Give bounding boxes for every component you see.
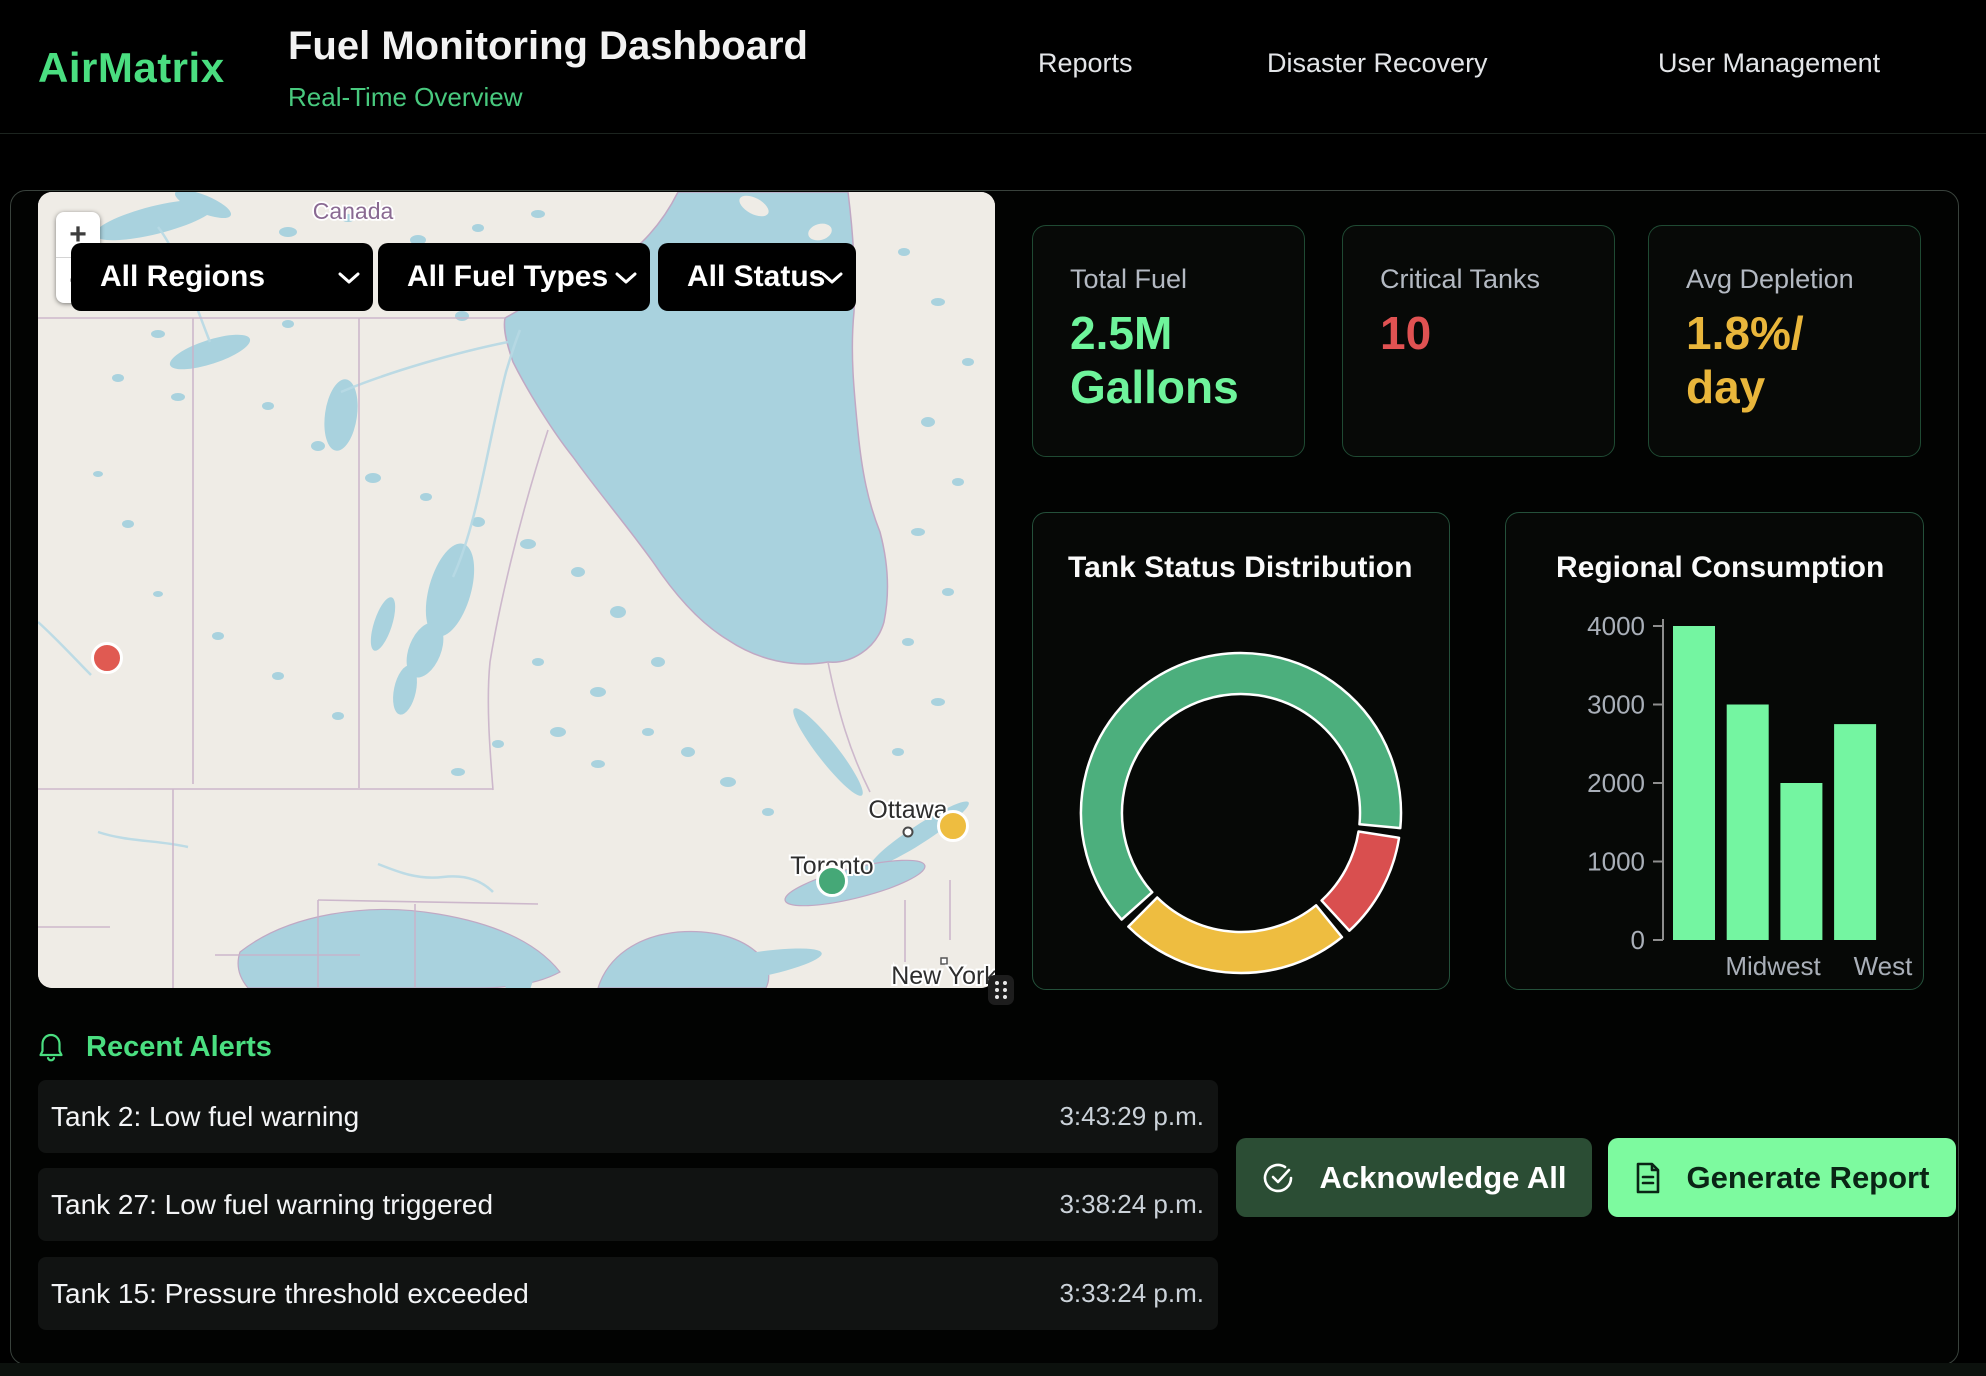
filter-status-dropdown[interactable]: All Status xyxy=(658,243,856,311)
recent-alerts-title: Recent Alerts xyxy=(86,1031,272,1064)
nav-item-disaster-recovery[interactable]: Disaster Recovery xyxy=(1267,48,1488,79)
page-title: Fuel Monitoring Dashboard xyxy=(288,24,808,69)
alert-row[interactable]: Tank 15: Pressure threshold exceeded 3:3… xyxy=(38,1257,1218,1330)
fuel-monitoring-dashboard: AirMatrix Fuel Monitoring Dashboard Real… xyxy=(0,0,1986,1376)
svg-text:1000: 1000 xyxy=(1587,847,1645,877)
bottom-strip xyxy=(0,1363,1986,1376)
alert-row[interactable]: Tank 27: Low fuel warning triggered 3:38… xyxy=(38,1168,1218,1241)
stat-card-total-fuel: Total Fuel 2.5MGallons xyxy=(1032,225,1305,457)
bell-icon xyxy=(38,1032,64,1062)
filter-regions-value: All Regions xyxy=(100,260,265,294)
alert-time: 3:38:24 p.m. xyxy=(1059,1189,1204,1220)
alert-text: Tank 27: Low fuel warning triggered xyxy=(51,1189,493,1221)
svg-text:2000: 2000 xyxy=(1587,768,1645,798)
stat-label: Critical Tanks xyxy=(1380,264,1614,295)
chevron-down-icon xyxy=(615,272,637,284)
tank-status-chart-card: Tank Status Distribution xyxy=(1032,512,1450,990)
stat-label: Total Fuel xyxy=(1070,264,1304,295)
stat-card-avg-depletion: Avg Depletion 1.8%/day xyxy=(1648,225,1921,457)
acknowledge-all-button[interactable]: Acknowledge All xyxy=(1236,1138,1592,1217)
chevron-down-icon xyxy=(338,272,360,284)
svg-text:4000: 4000 xyxy=(1587,611,1645,641)
svg-text:West: West xyxy=(1854,951,1914,981)
stat-label: Avg Depletion xyxy=(1686,264,1920,295)
filter-status-value: All Status xyxy=(687,260,825,294)
alert-time: 3:33:24 p.m. xyxy=(1059,1278,1204,1309)
app-header: AirMatrix Fuel Monitoring Dashboard Real… xyxy=(0,0,1986,134)
tank-map[interactable]: Canada Ottawa Toronto New York xyxy=(38,192,995,988)
alert-row[interactable]: Tank 2: Low fuel warning 3:43:29 p.m. xyxy=(38,1080,1218,1153)
filter-regions-dropdown[interactable]: All Regions xyxy=(71,243,373,311)
svg-text:0: 0 xyxy=(1631,925,1645,955)
stat-value: 1.8%/day xyxy=(1686,307,1920,415)
stat-value: 10 xyxy=(1380,307,1614,361)
nav-item-user-management[interactable]: User Management xyxy=(1658,48,1880,79)
alert-text: Tank 2: Low fuel warning xyxy=(51,1101,359,1133)
nav-item-reports[interactable]: Reports xyxy=(1038,48,1133,79)
alert-time: 3:43:29 p.m. xyxy=(1059,1101,1204,1132)
map-canvas: Canada Ottawa Toronto New York xyxy=(38,192,995,988)
page-subtitle: Real-Time Overview xyxy=(288,82,523,113)
check-circle-icon xyxy=(1262,1162,1294,1194)
filter-fuel-types-value: All Fuel Types xyxy=(407,260,608,294)
stat-card-critical-tanks: Critical Tanks 10 xyxy=(1342,225,1615,457)
report-document-icon xyxy=(1635,1162,1661,1194)
alert-text: Tank 15: Pressure threshold exceeded xyxy=(51,1278,529,1310)
tank-status-donut-chart xyxy=(1033,513,1451,991)
stat-value: 2.5MGallons xyxy=(1070,307,1304,415)
generate-report-button[interactable]: Generate Report xyxy=(1608,1138,1956,1217)
generate-report-label: Generate Report xyxy=(1687,1160,1930,1196)
brand-logo: AirMatrix xyxy=(38,44,225,92)
svg-text:Midwest: Midwest xyxy=(1725,951,1821,981)
map-drag-handle[interactable] xyxy=(988,975,1014,1005)
svg-text:3000: 3000 xyxy=(1587,690,1645,720)
recent-alerts-header: Recent Alerts xyxy=(38,1028,272,1066)
city-label-ottawa: Ottawa xyxy=(868,796,947,824)
country-label: Canada xyxy=(313,198,394,224)
regional-consumption-chart-card: Regional Consumption 01000200030004000Mi… xyxy=(1505,512,1924,990)
chevron-down-icon xyxy=(821,272,843,284)
city-label-new-york: New York xyxy=(891,962,995,988)
ottawa-town-icon xyxy=(904,828,913,837)
filter-fuel-types-dropdown[interactable]: All Fuel Types xyxy=(378,243,650,311)
acknowledge-all-label: Acknowledge All xyxy=(1320,1160,1567,1196)
regional-consumption-bar-chart: 0 1000 2000 3000 4000 Midwest West xyxy=(1506,513,1925,991)
